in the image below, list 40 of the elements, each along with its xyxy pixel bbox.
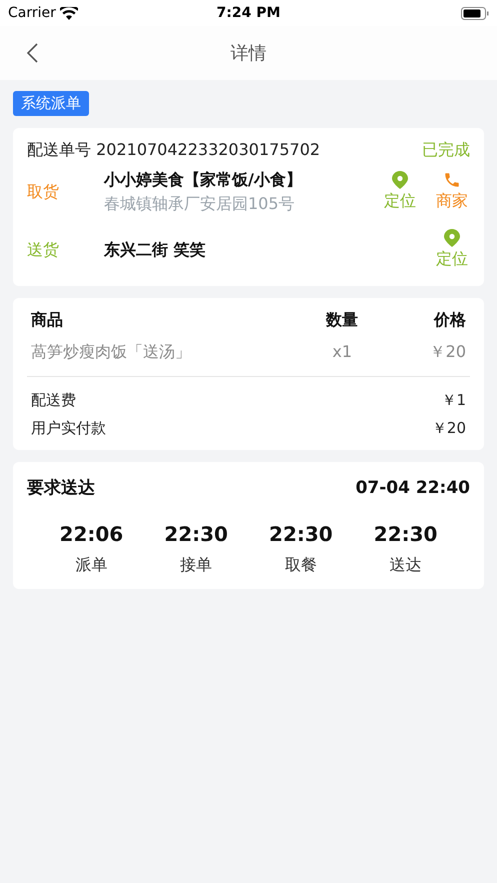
phone-icon <box>443 170 461 188</box>
order-status: 已完成 <box>422 138 470 160</box>
location-pin-icon <box>444 228 460 246</box>
step-label: 送达 <box>390 554 422 576</box>
column-header: 价格 <box>432 308 466 330</box>
location-pin-icon <box>392 170 408 188</box>
stop-type-label: 送货 <box>27 238 60 260</box>
table-cell-text: ￥20 <box>428 340 466 362</box>
deadline-label: 要求送达 <box>27 476 95 500</box>
battery-icon <box>461 6 489 20</box>
step-label: 派单 <box>75 554 108 576</box>
stop-name: 小小婷美食【家常饭/小食】 <box>104 168 303 190</box>
fee-label: 用户实付款 <box>31 418 106 439</box>
step-time: 22:30 <box>269 521 333 548</box>
fee-value: ￥20 <box>432 418 466 439</box>
step-time: 22:06 <box>60 521 124 548</box>
stop-type-label: 取货 <box>27 180 60 202</box>
table-cell-text: x1 <box>331 340 353 362</box>
column-header: 商品 <box>31 308 64 330</box>
page-title: 详情 <box>230 42 266 66</box>
deadline-time: 07-04 22:40 <box>356 476 470 500</box>
clock-text: 7:24 PM <box>216 4 280 22</box>
order-number-text: 配送单号 2021070422332030175702 <box>27 138 320 160</box>
stop-name: 东兴二街 笑笑 <box>104 238 207 260</box>
locate-button[interactable]: 定位 <box>434 228 470 270</box>
call-button[interactable]: 商家 <box>434 170 470 212</box>
back-icon <box>26 43 38 63</box>
step-label: 取餐 <box>284 554 317 576</box>
step-label: 接单 <box>180 554 212 576</box>
fee-label: 配送费 <box>31 390 76 410</box>
column-header: 数量 <box>324 308 359 330</box>
table-cell-text: 萵笋炒瘦肉饭「送汤」 <box>31 340 192 362</box>
stop-address: 春城镇轴承厂安居园105号 <box>104 192 296 214</box>
step-time: 22:30 <box>164 521 228 548</box>
step-time: 22:30 <box>374 521 438 548</box>
carrier-text: Carrier <box>8 4 56 22</box>
locate-button[interactable]: 定位 <box>382 170 418 212</box>
dispatch-tag: 系统派单 <box>13 91 89 116</box>
wifi-icon <box>60 6 78 20</box>
fee-value: ￥1 <box>441 390 466 410</box>
